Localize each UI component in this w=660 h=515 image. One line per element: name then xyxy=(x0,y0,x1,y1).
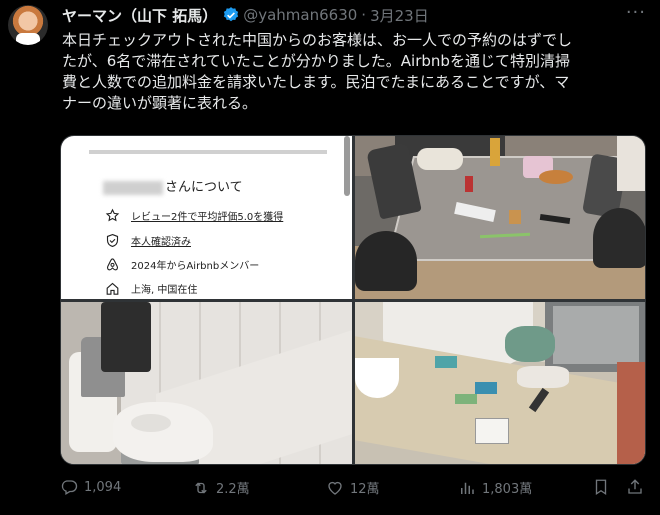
repost-count: 2.2萬 xyxy=(216,482,250,497)
tweet-line: 費と人数での追加料金を請求いたします。民泊でたまにあることですが、マ xyxy=(62,73,570,91)
shield-check-icon xyxy=(106,233,119,248)
tweet-line: ナーの違いが顕著に表れる。 xyxy=(62,94,258,112)
separator-dot: · xyxy=(361,6,367,24)
avatar[interactable] xyxy=(8,5,48,45)
author-name[interactable]: ヤーマン（山下 拓馬） xyxy=(62,5,217,26)
home-icon xyxy=(106,282,119,295)
tweet-actions: 1,094 2.2萬 12萬 1,803萬 xyxy=(60,478,650,502)
share-icon xyxy=(628,479,642,494)
reply-count: 1,094 xyxy=(84,479,122,495)
tweet-text: 本日チェックアウトされた中国からのお客様は、お一人での予約のはずでし たが、6名… xyxy=(62,30,648,114)
tweet-line: たが、6名で滞在されていたことが分かりました。Airbnbを通じて特別清掃 xyxy=(62,52,570,70)
views-count: 1,803萬 xyxy=(482,482,533,497)
media-image-dining-table[interactable] xyxy=(355,136,645,299)
repost-button[interactable]: 2.2萬 xyxy=(192,478,250,497)
media-image-profile[interactable]: さんについて レビュー2件で平均評価5.0を獲得 本人確認済み 2024年からA… xyxy=(61,136,352,299)
like-count: 12萬 xyxy=(350,482,380,497)
heart-icon xyxy=(328,481,342,495)
bookmark-button[interactable] xyxy=(592,478,616,496)
profile-row-verified: 本人確認済み xyxy=(105,233,191,248)
media-grid: さんについて レビュー2件で平均評価5.0を獲得 本人確認済み 2024年からA… xyxy=(60,135,646,465)
repost-icon xyxy=(195,482,207,493)
post-date[interactable]: 3月23日 xyxy=(370,5,429,26)
views-button[interactable]: 1,803萬 xyxy=(458,478,532,497)
media-image-trash-bin[interactable] xyxy=(61,302,352,464)
verified-badge-icon xyxy=(224,7,239,22)
more-options-icon[interactable]: ··· xyxy=(626,4,646,22)
star-icon xyxy=(105,208,120,222)
reply-icon xyxy=(61,480,78,495)
author-handle[interactable]: @yahman6630 xyxy=(243,6,357,24)
media-image-sink[interactable] xyxy=(355,302,645,464)
profile-row-location: 上海, 中国在住 xyxy=(105,281,197,296)
reply-button[interactable]: 1,094 xyxy=(60,478,121,496)
tweet-line: 本日チェックアウトされた中国からのお客様は、お一人での予約のはずでし xyxy=(62,31,573,49)
like-button[interactable]: 12萬 xyxy=(326,478,380,497)
analytics-icon xyxy=(461,482,474,494)
airbnb-icon xyxy=(106,258,119,271)
profile-row-member: 2024年からAirbnbメンバー xyxy=(105,257,259,272)
bookmark-icon xyxy=(595,479,607,496)
tweet-header: ヤーマン（山下 拓馬） @yahman6630 · 3月23日 xyxy=(62,4,429,26)
profile-name: さんについて xyxy=(103,176,243,195)
share-button[interactable] xyxy=(626,478,650,496)
profile-row-reviews: レビュー2件で平均評価5.0を獲得 xyxy=(105,208,283,223)
